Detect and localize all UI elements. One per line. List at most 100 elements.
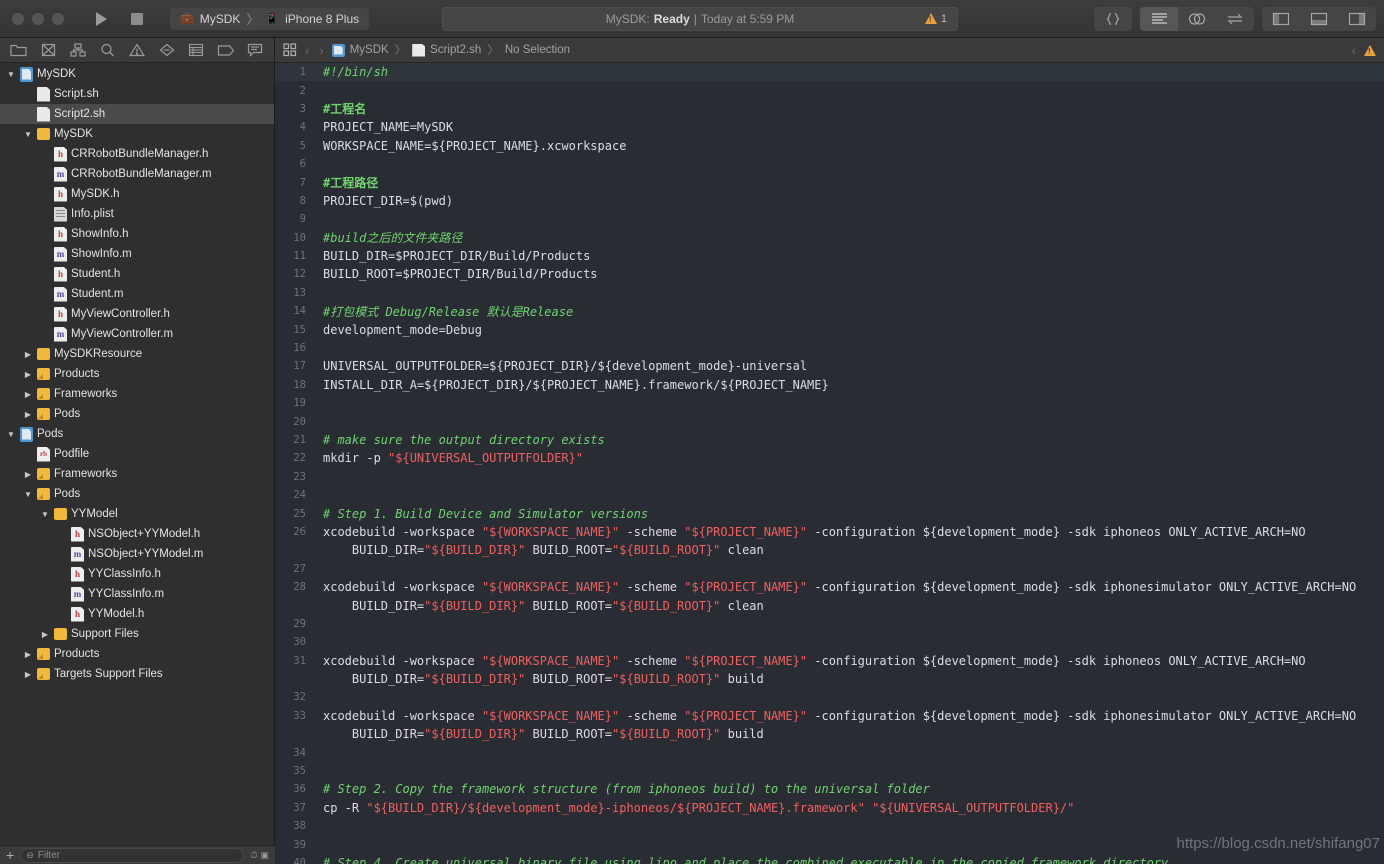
code-line[interactable]: 22 mkdir -p "${UNIVERSAL_OUTPUTFOLDER}" [275,449,1384,467]
tree-row[interactable]: ▼ Pods [0,424,274,444]
code-line[interactable]: 23 [275,468,1384,486]
code-lines[interactable]: 1 #!/bin/sh 2 3 #工程名 4 PROJECT_NAME=MySDK 5 WORK… [275,63,1384,864]
tree-row[interactable]: ▼ Pods [0,484,274,504]
disclosure-closed-icon[interactable]: ▶ [40,630,50,639]
code-line[interactable]: 18 INSTALL_DIR_A=${PROJECT_DIR}/${PROJECT… [275,376,1384,394]
source-control-filter-icon[interactable]: ▣ [260,850,269,861]
status-warning-badge[interactable]: 1 [924,13,947,25]
scheme-destination-selector[interactable]: 💼 MySDK 〉 📱 iPhone 8 Plus [170,7,370,30]
debug-navigator-tab[interactable] [185,41,207,59]
code-line[interactable]: 33 xcodebuild -workspace "${WORKSPACE_NAM… [275,707,1384,725]
find-navigator-tab[interactable] [96,41,118,59]
disclosure-open-icon[interactable]: ▼ [6,70,16,79]
tree-row[interactable]: Script.sh [0,84,274,104]
disclosure-closed-icon[interactable]: ▶ [23,650,33,659]
code-line[interactable]: BUILD_DIR="${BUILD_DIR}" BUILD_ROOT="${B… [275,596,1384,614]
breadcrumb-project[interactable]: MySDK [331,43,389,57]
code-line[interactable]: 19 [275,394,1384,412]
disclosure-open-icon[interactable]: ▼ [40,510,50,519]
tree-row[interactable]: h Student.h [0,264,274,284]
disclosure-closed-icon[interactable]: ▶ [23,350,33,359]
code-line[interactable]: 8 PROJECT_DIR=$(pwd) [275,192,1384,210]
add-file-button[interactable]: + [6,848,14,862]
recent-files-filter-icon[interactable]: ⏱ [250,850,257,861]
close-window-button[interactable] [12,12,24,25]
code-line[interactable]: BUILD_DIR="${BUILD_DIR}" BUILD_ROOT="${B… [275,541,1384,559]
symbol-navigator-tab[interactable] [67,41,89,59]
code-line[interactable]: 11 BUILD_DIR=$PROJECT_DIR/Build/Products [275,247,1384,265]
disclosure-closed-icon[interactable]: ▶ [23,390,33,399]
code-line[interactable]: 30 [275,633,1384,651]
filter-input[interactable]: ⊖ Filter [20,847,245,863]
code-line[interactable]: 12 BUILD_ROOT=$PROJECT_DIR/Build/Products [275,265,1384,283]
code-line[interactable]: 3 #工程名 [275,100,1384,118]
disclosure-open-icon[interactable]: ▼ [6,430,16,439]
breadcrumb-selection-label[interactable]: No Selection [505,44,570,56]
tree-row[interactable]: ▶ Products [0,364,274,384]
code-line[interactable]: 14 #打包模式 Debug/Release 默认是Release [275,302,1384,320]
tree-row[interactable]: m CRRobotBundleManager.m [0,164,274,184]
disclosure-closed-icon[interactable]: ▶ [23,410,33,419]
code-line[interactable]: 16 [275,339,1384,357]
tree-row[interactable]: h YYClassInfo.h [0,564,274,584]
tree-row[interactable]: ▶ Products [0,644,274,664]
related-items-button[interactable] [283,43,297,57]
issue-navigator-tab[interactable] [126,41,148,59]
breadcrumb-file[interactable]: Script2.sh [412,43,481,57]
code-line[interactable]: BUILD_DIR="${BUILD_DIR}" BUILD_ROOT="${B… [275,725,1384,743]
hide-debug-area-button[interactable] [1300,7,1338,31]
tree-row[interactable]: ▶ Frameworks [0,464,274,484]
tree-row[interactable]: ▼ MySDK [0,64,274,84]
editor-warning-icon[interactable] [1364,44,1376,56]
code-line[interactable]: 21 # make sure the output directory exist… [275,431,1384,449]
collapse-button[interactable]: ‹ [1350,43,1358,58]
navigate-forward-button[interactable]: › [317,43,325,58]
zoom-window-button[interactable] [52,12,64,25]
source-control-navigator-tab[interactable] [37,41,59,59]
disclosure-closed-icon[interactable]: ▶ [23,470,33,479]
code-line[interactable]: 20 [275,412,1384,430]
tree-row[interactable]: Info.plist [0,204,274,224]
activity-status-bar[interactable]: MySDK: Ready | Today at 5:59 PM 1 [442,6,958,31]
code-line[interactable]: 15 development_mode=Debug [275,320,1384,338]
code-line[interactable]: 10 #build之后的文件夹路径 [275,229,1384,247]
code-line[interactable]: 36 # Step 2. Copy the framework structure… [275,780,1384,798]
code-line[interactable]: 29 [275,615,1384,633]
code-line[interactable]: 9 [275,210,1384,228]
filter-options[interactable]: ⏱ ▣ [250,850,269,861]
code-line[interactable]: 6 [275,155,1384,173]
code-line[interactable]: 35 [275,762,1384,780]
tree-row[interactable]: h CRRobotBundleManager.h [0,144,274,164]
tree-row[interactable]: Script2.sh [0,104,274,124]
code-line[interactable]: 5 WORKSPACE_NAME=${PROJECT_NAME}.xcworksp… [275,137,1384,155]
disclosure-open-icon[interactable]: ▼ [23,130,33,139]
tree-row[interactable]: ▶ Pods [0,404,274,424]
standard-editor-button[interactable] [1140,6,1178,31]
tree-row[interactable]: h MySDK.h [0,184,274,204]
window-controls[interactable] [0,12,64,25]
tree-row[interactable]: ▶ Support Files [0,624,274,644]
code-line[interactable]: 40 # Step 4. Create universal binary file… [275,854,1384,864]
code-braces-button[interactable] [1094,7,1132,31]
test-navigator-tab[interactable] [156,41,178,59]
tree-row[interactable]: m YYClassInfo.m [0,584,274,604]
navigate-back-button[interactable]: ‹ [303,43,311,58]
run-button[interactable] [84,7,118,31]
code-line[interactable]: 38 [275,817,1384,835]
code-line[interactable]: 39 [275,835,1384,853]
project-file-tree[interactable]: ▼ MySDK Script.sh Script2.sh ▼ MySDK h CRRobotB… [0,63,274,864]
disclosure-open-icon[interactable]: ▼ [23,490,33,499]
code-line[interactable]: 2 [275,81,1384,99]
code-line[interactable]: 25 # Step 1. Build Device and Simulator v… [275,504,1384,522]
code-line[interactable]: 27 [275,560,1384,578]
code-line[interactable]: BUILD_DIR="${BUILD_DIR}" BUILD_ROOT="${B… [275,670,1384,688]
tree-row[interactable]: m NSObject+YYModel.m [0,544,274,564]
tree-row[interactable]: m ShowInfo.m [0,244,274,264]
code-line[interactable]: 1 #!/bin/sh [275,63,1384,82]
hide-navigator-button[interactable] [1262,7,1300,31]
tree-row[interactable]: ▶ Targets Support Files [0,664,274,684]
stop-button[interactable] [120,7,154,31]
disclosure-closed-icon[interactable]: ▶ [23,670,33,679]
source-code-editor[interactable]: 1 #!/bin/sh 2 3 #工程名 4 PROJECT_NAME=MySDK 5 WORK… [275,63,1384,864]
report-navigator-tab[interactable] [244,41,266,59]
